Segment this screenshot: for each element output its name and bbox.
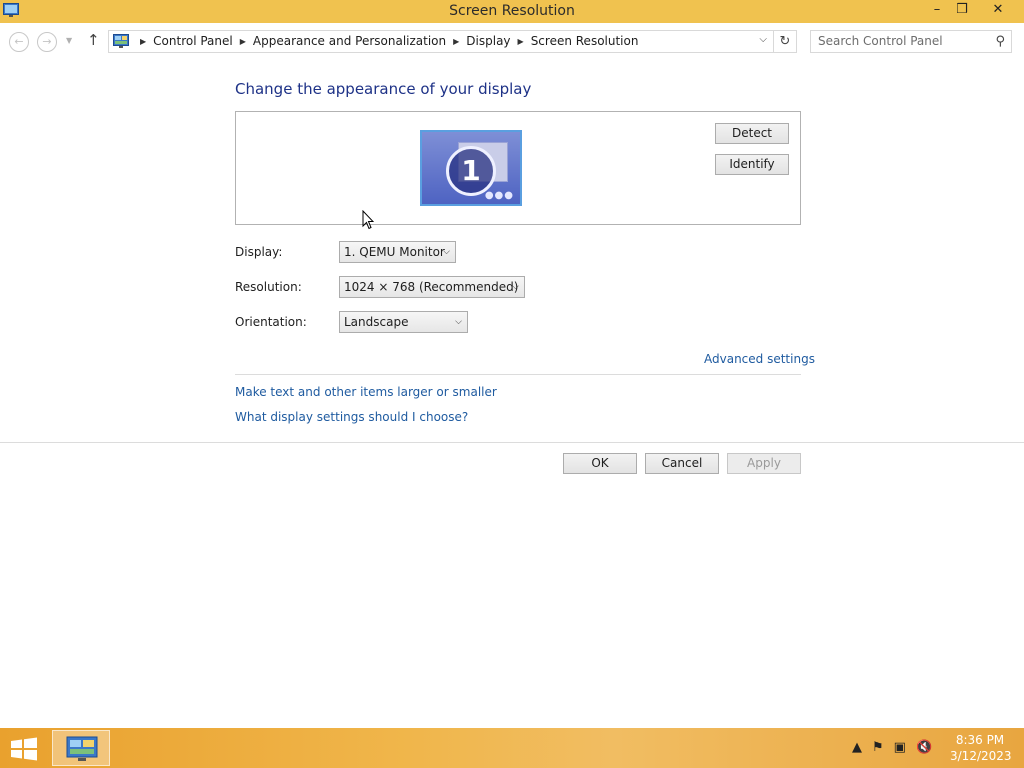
apply-button[interactable]: Apply — [727, 453, 801, 474]
breadcrumb-chevron-icon[interactable]: ▶ — [518, 37, 524, 46]
display-select-value: 1. QEMU Monitor — [344, 245, 445, 259]
address-bar[interactable]: ▶ Control Panel ▶ Appearance and Persona… — [108, 30, 774, 53]
forward-arrow-icon: → — [42, 35, 52, 48]
resolution-select-value: 1024 × 768 (Recommended) — [344, 280, 519, 294]
chevron-down-icon: ⌵ — [455, 317, 462, 327]
search-icon[interactable]: ⚲ — [995, 34, 1005, 49]
window-title: Screen Resolution — [449, 3, 575, 19]
clock-time: 8:36 PM — [955, 733, 1005, 747]
maximize-button[interactable]: ❒ — [947, 0, 977, 21]
search-input[interactable] — [818, 34, 988, 48]
up-arrow-icon[interactable]: ↑ — [87, 31, 100, 49]
mouse-pointer-icon — [362, 210, 374, 230]
volume-muted-icon[interactable]: 🔇 — [916, 740, 932, 755]
monitor-1-tile[interactable]: 1 ●●● — [420, 130, 522, 206]
divider — [235, 374, 801, 375]
chevron-down-icon: ⌵ — [443, 247, 450, 257]
detect-button[interactable]: Detect — [715, 123, 789, 144]
control-panel-icon — [113, 34, 129, 48]
taskbar-control-panel-button[interactable] — [52, 730, 110, 766]
breadcrumb-screen-resolution[interactable]: Screen Resolution — [531, 34, 639, 48]
windows-start-icon[interactable] — [8, 736, 40, 762]
close-button[interactable]: ✕ — [975, 0, 1021, 21]
show-hidden-icons-chevron-icon[interactable]: ▲ — [852, 740, 862, 755]
resolution-label: Resolution: — [235, 280, 302, 294]
taskbar: ▲ ⚑ ▣ 🔇 8:36 PM 3/12/2023 — [0, 728, 1024, 768]
breadcrumb-display[interactable]: Display — [466, 34, 510, 48]
clock[interactable]: 8:36 PM 3/12/2023 — [950, 732, 1012, 764]
title-bar: Screen Resolution – ❒ ✕ — [0, 0, 1024, 23]
search-box[interactable]: ⚲ — [810, 30, 1012, 53]
breadcrumb-chevron-icon[interactable]: ▶ — [140, 37, 146, 46]
address-dropdown-chevron-icon[interactable]: ⌵ — [759, 34, 767, 45]
control-panel-icon — [66, 736, 98, 761]
breadcrumb-appearance[interactable]: Appearance and Personalization — [253, 34, 446, 48]
advanced-settings-link[interactable]: Advanced settings — [704, 352, 815, 366]
orientation-label: Orientation: — [235, 315, 307, 329]
clock-date: 3/12/2023 — [950, 749, 1012, 763]
navigation-bar: ← → ▼ ↑ ▶ Control Panel ▶ Appearance and… — [0, 26, 1024, 56]
display-select[interactable]: 1. QEMU Monitor ⌵ — [339, 241, 456, 263]
orientation-select-value: Landscape — [344, 315, 409, 329]
refresh-button[interactable]: ↻ — [774, 30, 797, 53]
orientation-select[interactable]: Landscape ⌵ — [339, 311, 468, 333]
action-center-flag-icon[interactable]: ⚑ — [872, 740, 884, 755]
breadcrumb-chevron-icon[interactable]: ▶ — [453, 37, 459, 46]
back-button[interactable]: ← — [9, 32, 29, 52]
page-heading: Change the appearance of your display — [235, 80, 532, 98]
breadcrumb-control-panel[interactable]: Control Panel — [153, 34, 233, 48]
recent-locations-chevron-icon[interactable]: ▼ — [66, 36, 72, 45]
forward-button[interactable]: → — [37, 32, 57, 52]
display-arrangement-area: 1 ●●● Detect Identify — [235, 111, 801, 225]
system-tray: ▲ ⚑ ▣ 🔇 — [852, 740, 932, 755]
breadcrumb: ▶ Control Panel ▶ Appearance and Persona… — [133, 34, 638, 48]
resolution-select[interactable]: 1024 × 768 (Recommended) ⌵ — [339, 276, 525, 298]
text-size-link[interactable]: Make text and other items larger or smal… — [235, 385, 497, 399]
back-arrow-icon: ← — [14, 35, 24, 48]
chevron-down-icon: ⌵ — [512, 282, 519, 292]
monitor-number: 1 — [446, 146, 496, 196]
display-help-link[interactable]: What display settings should I choose? — [235, 410, 468, 424]
refresh-icon: ↻ — [779, 34, 791, 49]
ok-button[interactable]: OK — [563, 453, 637, 474]
cancel-button[interactable]: Cancel — [645, 453, 719, 474]
divider — [0, 442, 1024, 443]
display-label: Display: — [235, 245, 283, 259]
breadcrumb-chevron-icon[interactable]: ▶ — [240, 37, 246, 46]
monitor-dots-icon: ●●● — [484, 190, 514, 201]
identify-button[interactable]: Identify — [715, 154, 789, 175]
network-icon[interactable]: ▣ — [894, 740, 906, 755]
